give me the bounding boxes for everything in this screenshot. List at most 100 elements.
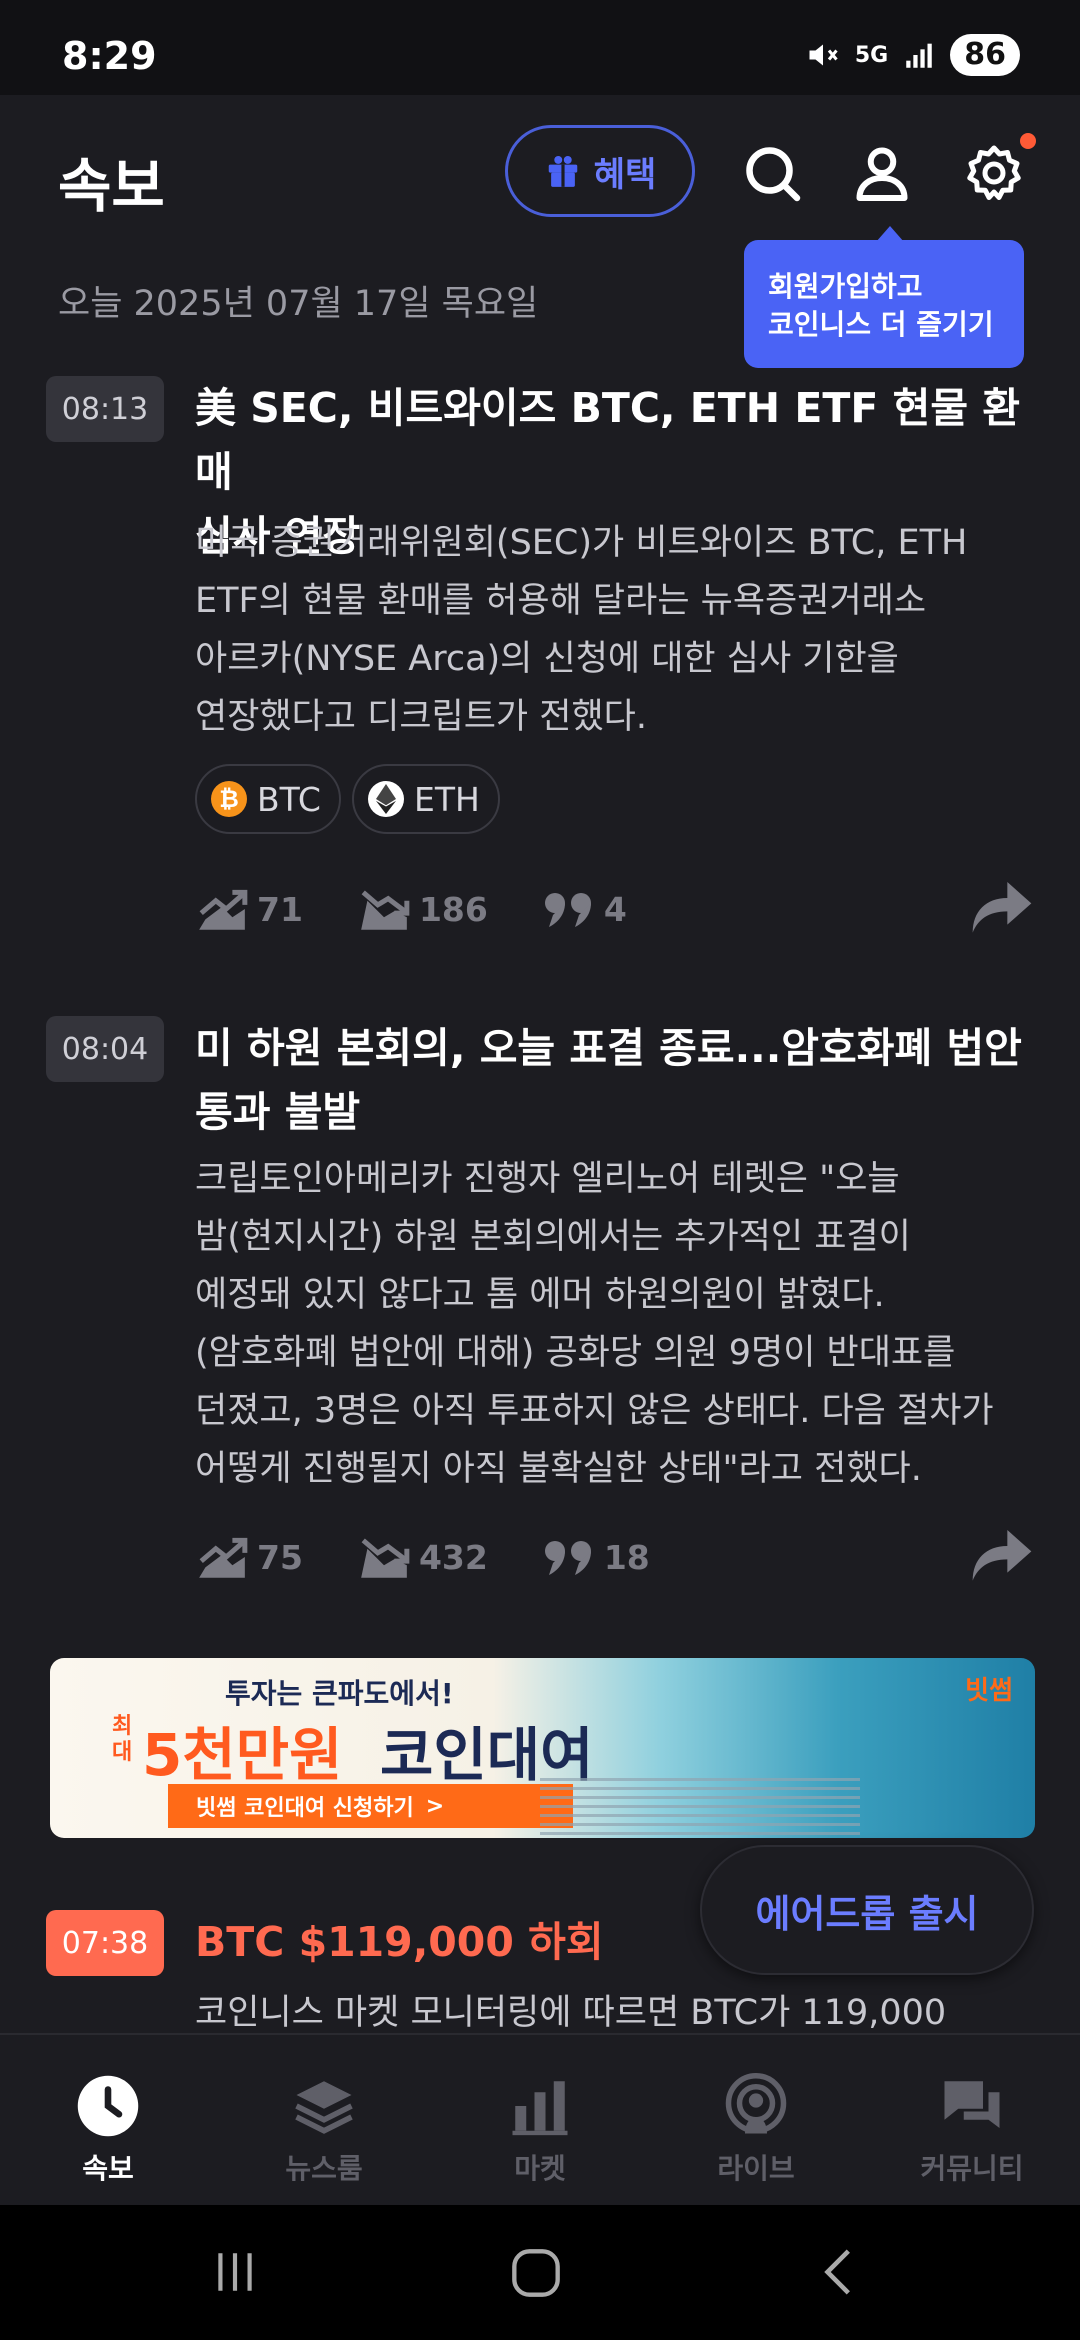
quote-icon — [544, 893, 591, 927]
user-icon[interactable] — [852, 143, 912, 203]
network-label: 5G — [854, 42, 889, 68]
news-title-line: 美 SEC, 비트와이즈 BTC, ETH ETF 현물 환매 — [195, 384, 1021, 496]
body-line: 크립토인아메리카 진행자 엘리노어 테렛은 "오늘 — [195, 1159, 900, 1199]
time-badge: 08:13 — [46, 376, 164, 442]
nav-label: 라이브 — [717, 2152, 795, 2185]
ad-cta-arrow: > — [425, 1793, 445, 1819]
signal-icon — [906, 43, 932, 68]
news-title[interactable]: 미 하원 본회의, 오늘 표결 종료...암호화폐 법안 통과 불발 — [195, 1016, 1035, 1144]
ethereum-icon — [368, 781, 404, 817]
date-line: 오늘 2025년 07월 17일 목요일 — [58, 284, 539, 324]
nav-item-breaking[interactable]: 속보 — [0, 2035, 216, 2205]
body-line: 밤(현지시간) 하원 본회의에서는 추가적인 표결이 — [195, 1217, 911, 1257]
airdrop-button[interactable]: 에어드롭 출시 — [700, 1845, 1034, 1975]
trend-down-icon — [361, 890, 410, 930]
home-icon[interactable] — [510, 2247, 562, 2299]
news-stats: 71 186 4 — [195, 884, 681, 934]
ad-brand-logo: 빗썸 — [965, 1676, 1013, 1706]
app-header: 속보 혜택 — [0, 95, 1080, 250]
ad-small-char: 대 — [112, 1740, 133, 1765]
gift-icon — [548, 155, 577, 187]
tooltip-line2: 코인니스 더 즐기기 — [768, 308, 994, 341]
trend-up-icon — [199, 889, 248, 930]
bar-chart-icon — [512, 2081, 568, 2136]
nav-item-newsroom[interactable]: 뉴스룸 — [216, 2035, 432, 2205]
trend-down-icon — [361, 1538, 410, 1578]
coin-tag-label: ETH — [414, 779, 480, 819]
bullish-count: 75 — [257, 1537, 303, 1577]
nav-item-live[interactable]: 라이브 — [648, 2035, 864, 2205]
notification-dot — [1020, 133, 1036, 149]
ad-cta-button[interactable]: 빗썸 코인대여 신청하기 > — [168, 1784, 573, 1828]
comments-button[interactable]: 18 — [542, 1537, 650, 1577]
battery-level: 86 — [950, 34, 1020, 76]
news-body: 미국 증권거래위원회(SEC)가 비트와이즈 BTC, ETH ETF의 현물 … — [195, 514, 1045, 746]
body-line: 예정돼 있지 않다고 톰 에머 하원의원이 밝혔다. — [195, 1275, 885, 1315]
trend-up-icon — [199, 1537, 248, 1578]
gear-icon[interactable] — [964, 143, 1024, 203]
quote-icon — [544, 1541, 591, 1575]
ad-small-char: 최 — [112, 1714, 133, 1739]
news-title-line: 통과 불발 — [195, 1088, 361, 1136]
layers-icon — [295, 2081, 353, 2134]
ad-small-text: 최 대 — [112, 1714, 132, 1766]
nav-label: 뉴스룸 — [285, 2152, 363, 2185]
bearish-count: 186 — [418, 889, 488, 929]
status-bar: 8:29 5G 86 — [0, 0, 1080, 95]
ad-banner[interactable]: 투자는 큰파도에서! 최 대 5천만원 코인대여 빗썸 코인대여 신청하기 > … — [50, 1658, 1035, 1838]
bullish-button[interactable]: 75 — [195, 1532, 303, 1582]
bitcoin-icon: ₿ — [211, 781, 247, 817]
clock-icon — [77, 2075, 139, 2137]
chat-icon — [944, 2081, 1000, 2128]
tooltip-line1: 회원가입하고 — [768, 270, 923, 303]
body-line: (암호화폐 법안에 대해) 공화당 의원 9명이 반대표를 — [195, 1333, 956, 1373]
nav-label: 속보 — [82, 2152, 134, 2185]
back-icon[interactable] — [815, 2247, 865, 2297]
coin-tag-btc[interactable]: ₿ BTC — [195, 764, 341, 834]
broadcast-icon — [725, 2073, 787, 2134]
coin-tag-label: BTC — [257, 779, 321, 819]
comments-button[interactable]: 4 — [542, 889, 627, 929]
system-nav-bar — [0, 2205, 1080, 2340]
news-title-line: 미 하원 본회의, 오늘 표결 종료...암호화폐 법안 — [195, 1024, 1022, 1072]
comment-count: 4 — [603, 889, 627, 929]
body-line: 던졌고, 3명은 아직 투표하지 않은 상태다. 다음 절차가 — [195, 1391, 994, 1431]
nav-label: 마켓 — [514, 2152, 566, 2185]
status-icons: 5G 86 — [805, 34, 1020, 76]
coin-tag-eth[interactable]: ETH — [352, 764, 500, 834]
bullish-button[interactable]: 71 — [195, 884, 303, 934]
body-line: 아르카(NYSE Arca)의 신청에 대한 심사 기한을 — [195, 639, 899, 679]
ad-main-text: 5천만원 — [142, 1721, 343, 1789]
body-line: 연장했다고 디크립트가 전했다. — [195, 697, 647, 737]
share-icon[interactable] — [970, 1524, 1034, 1584]
mute-icon — [809, 44, 838, 66]
time-badge: 08:04 — [46, 1016, 164, 1082]
news-body: 크립토인아메리카 진행자 엘리노어 테렛은 "오늘 밤(현지시간) 하원 본회의… — [195, 1150, 1045, 1498]
bearish-count: 432 — [418, 1537, 488, 1577]
body-line: 미국 증권거래위원회(SEC)가 비트와이즈 BTC, ETH — [195, 523, 968, 563]
benefit-label: 혜택 — [593, 154, 657, 195]
bearish-button[interactable]: 186 — [357, 884, 488, 934]
nav-item-community[interactable]: 커뮤니티 — [864, 2035, 1080, 2205]
recents-icon[interactable] — [210, 2247, 260, 2297]
news-body: 코인니스 마켓 모니터링에 따르면 BTC가 119,000 — [195, 1993, 947, 2030]
page-title: 속보 — [58, 152, 165, 220]
search-icon[interactable] — [742, 143, 802, 203]
nav-item-market[interactable]: 마켓 — [432, 2035, 648, 2205]
bottom-nav: 속보 뉴스룸 마켓 라이브 커뮤니티 — [0, 2033, 1080, 2205]
body-line: ETF의 현물 환매를 허용해 달라는 뉴욕증권거래소 — [195, 581, 927, 621]
ad-cta-label: 빗썸 코인대여 신청하기 — [196, 1796, 414, 1821]
status-time: 8:29 — [62, 34, 157, 78]
bullish-count: 71 — [257, 889, 303, 929]
ad-top-text: 투자는 큰파도에서! — [225, 1677, 454, 1710]
benefit-button[interactable]: 혜택 — [505, 125, 695, 217]
news-stats: 75 432 18 — [195, 1532, 704, 1582]
ad-fine-print — [540, 1778, 860, 1838]
bearish-button[interactable]: 432 — [357, 1532, 488, 1582]
nav-label: 커뮤니티 — [920, 2152, 1024, 2185]
comment-count: 18 — [603, 1537, 650, 1577]
signup-tooltip[interactable]: 회원가입하고 코인니스 더 즐기기 — [744, 226, 1024, 368]
share-icon[interactable] — [970, 876, 1034, 936]
body-line: 어떻게 진행될지 아직 불확실한 상태"라고 전했다. — [195, 1449, 922, 1489]
time-badge: 07:38 — [46, 1910, 164, 1976]
